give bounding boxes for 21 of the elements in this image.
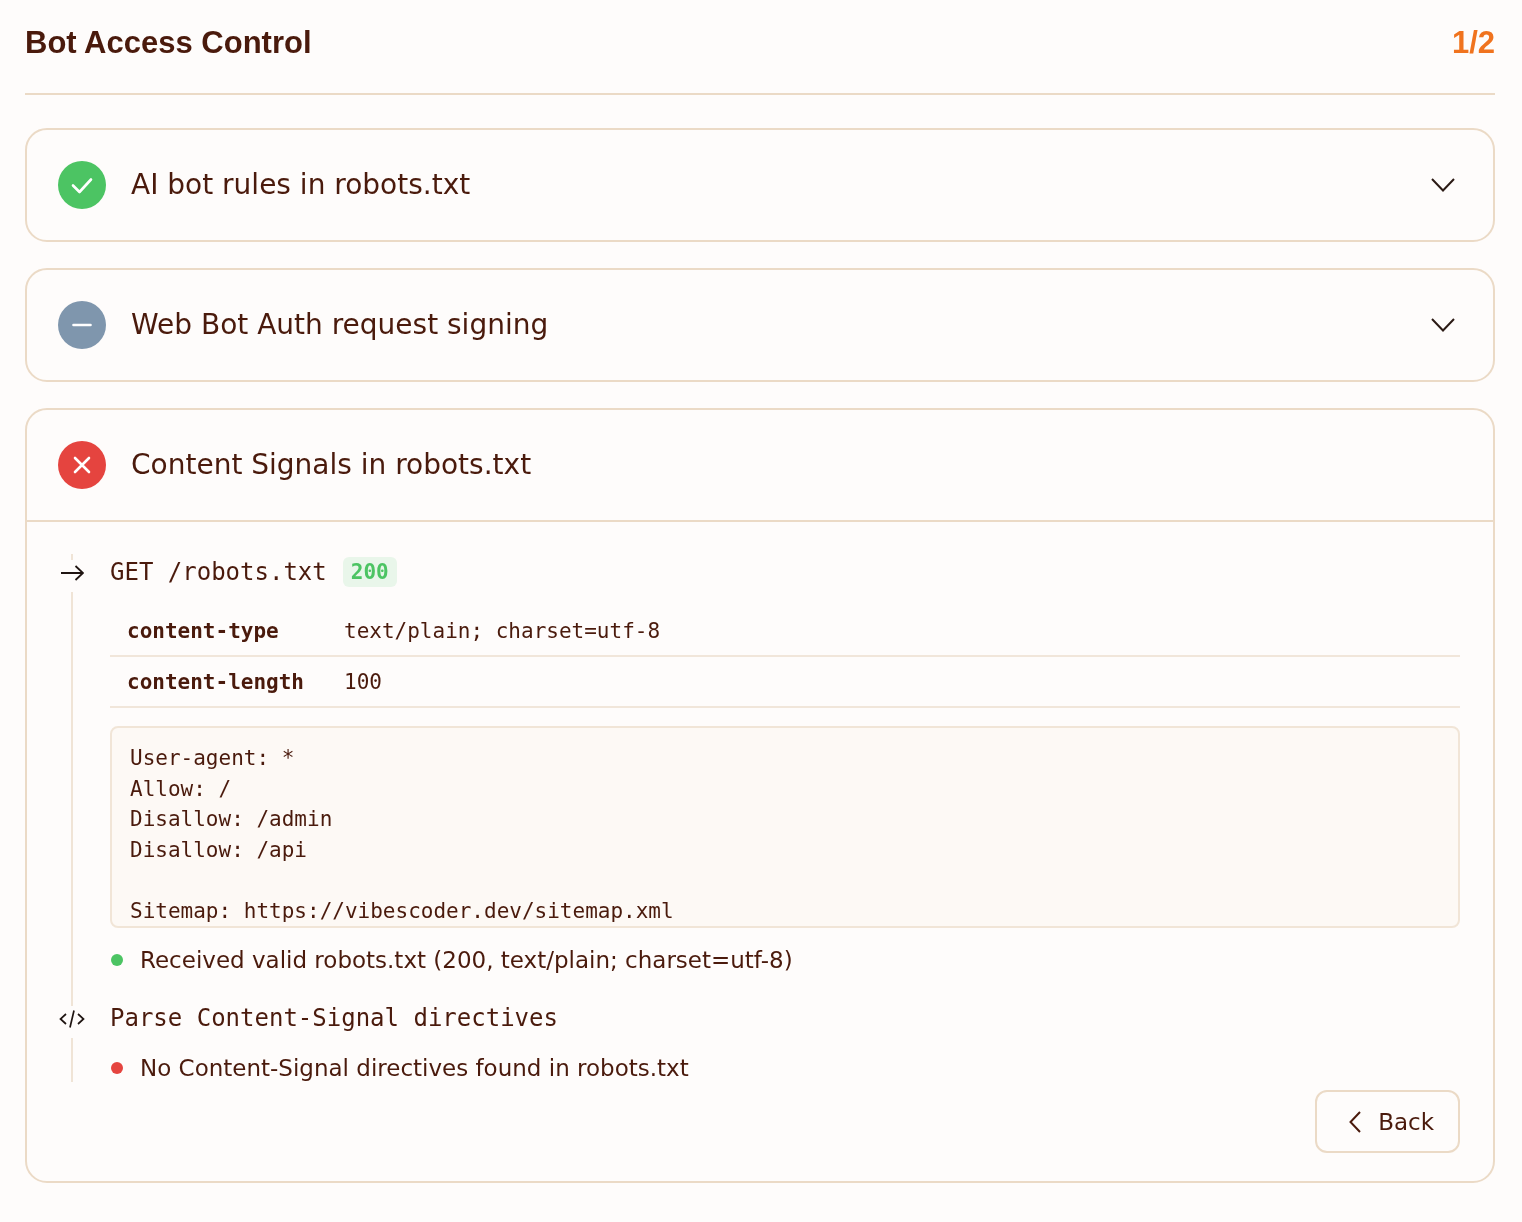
status-code-badge: 200 [342, 557, 397, 587]
check-title: AI bot rules in robots.txt [131, 168, 472, 202]
chevron-down-icon[interactable] [1431, 318, 1455, 332]
progress-counter: 1/2 [1451, 24, 1495, 62]
code-icon [59, 1009, 85, 1029]
header-name: content-type [127, 618, 280, 643]
header-value: text/plain; charset=utf-8 [344, 618, 662, 643]
message-text: Received valid robots.txt (200, text/plain; charset=utf-8) [140, 946, 793, 974]
check-title: Web Bot Auth request signing [131, 308, 550, 342]
back-button[interactable]: Back [1315, 1090, 1460, 1153]
message-text: No Content-Signal directives found in robots.txt [140, 1054, 689, 1082]
response-body: User-agent: * Allow: / Disallow: /admin Disallow: /api Sitemap: https://vibescoder.dev/sitemap.xml [110, 726, 1460, 928]
check-title: Content Signals in robots.txt [131, 448, 533, 482]
step-title: GET /robots.txt [110, 558, 327, 586]
header-name: content-length [127, 669, 305, 694]
step-title: Parse Content-Signal directives [110, 1004, 558, 1032]
chevron-left-icon [1349, 1110, 1362, 1133]
arrow-right-icon [60, 565, 84, 581]
page-title: Bot Access Control [25, 24, 312, 62]
chevron-down-icon[interactable] [1431, 178, 1455, 192]
header-value: 100 [344, 669, 383, 694]
